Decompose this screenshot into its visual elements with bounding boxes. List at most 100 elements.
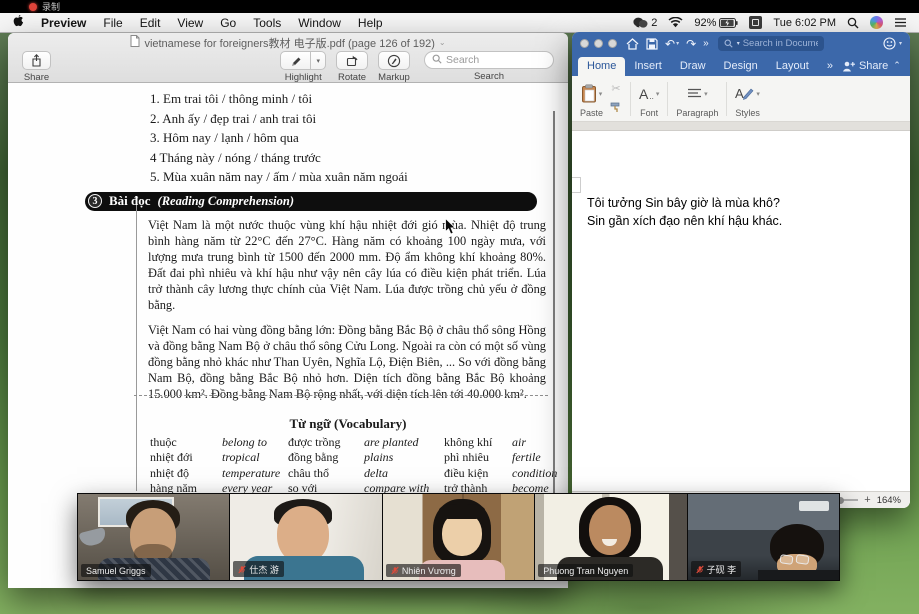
- collapse-ribbon-icon[interactable]: ⌃: [888, 60, 906, 76]
- close-button[interactable]: [580, 39, 589, 48]
- ribbon-tabs: Home Insert Draw Design Layout » Share ⌃: [572, 55, 910, 76]
- menu-edit[interactable]: Edit: [140, 16, 161, 30]
- page-margin-corner: [572, 177, 581, 193]
- spotlight-search-icon[interactable]: [847, 17, 859, 29]
- pdf-doc-icon: [130, 35, 140, 50]
- section-subtitle: (Reading Comprehension): [158, 194, 294, 209]
- chevron-down-icon: ▾: [599, 90, 603, 98]
- preview-search-input[interactable]: [446, 54, 546, 66]
- paste-label: Paste: [580, 108, 603, 119]
- participant-name: Phuong Tran Nguyen: [543, 566, 628, 576]
- reading-passage: Việt Nam là một nước thuộc vùng khí hậu …: [148, 217, 546, 402]
- paragraph-button[interactable]: ▾: [687, 79, 708, 108]
- notification-center-icon[interactable]: [894, 17, 907, 28]
- vocab-meaning: delta: [364, 466, 444, 482]
- tabs-overflow-icon[interactable]: »: [818, 57, 842, 76]
- rotate-label: Rotate: [338, 72, 366, 83]
- desktop: 录制 Preview File Edit View Go Tools Windo…: [0, 0, 919, 614]
- highlight-button[interactable]: [280, 51, 311, 70]
- share-label: Share: [24, 72, 49, 83]
- word-search-field[interactable]: ▾: [718, 36, 824, 51]
- air-conditioner: [799, 501, 829, 511]
- wifi-icon[interactable]: [668, 17, 683, 28]
- messages-status[interactable]: 2: [633, 17, 657, 29]
- preview-search-field[interactable]: [424, 51, 554, 69]
- zoom-in-button[interactable]: +: [864, 494, 870, 506]
- save-icon[interactable]: [646, 38, 658, 50]
- home-icon[interactable]: [626, 38, 639, 50]
- vocabulary-title: Từ ngữ (Vocabulary): [148, 416, 548, 432]
- vocab-term: đồng bằng: [288, 450, 364, 466]
- vocab-term: nhiệt đới: [150, 450, 222, 466]
- menu-bar-clock[interactable]: Tue 6:02 PM: [773, 17, 836, 29]
- tab-insert[interactable]: Insert: [625, 57, 671, 76]
- exercise-line: 1. Em trai tôi / thông minh / tôi: [150, 89, 548, 109]
- video-tile-shijie[interactable]: 仕杰 游: [230, 494, 381, 580]
- vocab-meaning: fertile: [512, 450, 557, 466]
- active-app-name[interactable]: Preview: [41, 16, 86, 30]
- chevron-down-icon: ▾: [899, 40, 902, 47]
- video-tile-samuel[interactable]: Samuel Griggs: [78, 494, 229, 580]
- cut-button[interactable]: ✂: [611, 82, 620, 95]
- share-button[interactable]: [22, 51, 51, 70]
- vocab-meaning: tropical: [222, 450, 288, 466]
- zoom-button[interactable]: [608, 39, 617, 48]
- participant-name: 子砚 李: [707, 563, 737, 576]
- font-button[interactable]: A..▾: [639, 79, 659, 108]
- menu-help[interactable]: Help: [358, 16, 383, 30]
- markup-label: Markup: [378, 72, 410, 83]
- minimize-button[interactable]: [594, 39, 603, 48]
- passage-paragraph-1: Việt Nam là một nước thuộc vùng khí hậu …: [148, 217, 546, 313]
- menu-window[interactable]: Window: [298, 16, 341, 30]
- participant-nametag: 子砚 李: [691, 561, 742, 577]
- title-chevron-down-icon[interactable]: ⌄: [439, 38, 446, 47]
- battery-percent: 92%: [694, 17, 716, 29]
- menu-view[interactable]: View: [177, 16, 203, 30]
- vocab-term: phì nhiêu: [444, 450, 512, 466]
- toolbar-overflow-icon[interactable]: »: [703, 39, 709, 49]
- tab-design[interactable]: Design: [715, 57, 767, 76]
- word-search-input[interactable]: [743, 38, 818, 49]
- menu-file[interactable]: File: [103, 16, 122, 30]
- feedback-smiley-button[interactable]: ▾: [883, 37, 902, 50]
- rotate-button[interactable]: [336, 51, 368, 70]
- word-document-area[interactable]: Tôi tưởng Sin bây giờ là mùa khô? Sin gầ…: [572, 131, 910, 491]
- participant-name: Samuel Griggs: [86, 566, 146, 576]
- menu-go[interactable]: Go: [220, 16, 236, 30]
- tab-draw[interactable]: Draw: [671, 57, 715, 76]
- passage-bottom-rule: [134, 395, 548, 396]
- highlight-menu-button[interactable]: ▾: [311, 51, 326, 70]
- video-tile-phuong-active-speaker[interactable]: Phuong Tran Nguyen: [535, 494, 686, 580]
- smiley-icon: [883, 37, 896, 50]
- exercise-line: 2. Anh ấy / đẹp trai / anh trai tôi: [150, 109, 548, 129]
- video-tile-ziyan[interactable]: 子砚 李: [688, 494, 839, 580]
- exercise-line: 3. Hôm nay / lạnh / hôm qua: [150, 128, 548, 148]
- chevron-down-icon: ▾: [676, 41, 679, 47]
- chevron-down-icon: ▾: [756, 90, 760, 98]
- markup-button[interactable]: [378, 51, 410, 70]
- menu-bar-left: Preview File Edit View Go Tools Window H…: [12, 14, 383, 31]
- menu-tools[interactable]: Tools: [253, 16, 281, 30]
- chevron-down-icon: ▾: [316, 57, 320, 65]
- paste-button[interactable]: ▾: [581, 79, 603, 108]
- siri-icon[interactable]: [870, 16, 883, 29]
- battery-status[interactable]: 92%: [694, 17, 738, 29]
- share-button[interactable]: Share: [842, 60, 888, 76]
- chevron-down-icon: ▾: [704, 90, 708, 98]
- search-icon: [432, 51, 442, 69]
- recording-label: 录制: [42, 0, 60, 13]
- format-painter-button[interactable]: [610, 102, 622, 116]
- vocab-meaning: temperature: [222, 466, 288, 482]
- input-method-icon[interactable]: [749, 16, 762, 29]
- vocab-meaning: air: [512, 435, 557, 451]
- exercise-line: 5. Mùa xuân năm nay / ấm / mùa xuân năm …: [150, 167, 548, 187]
- styles-button[interactable]: A ▾: [735, 79, 760, 108]
- video-tile-nhien[interactable]: Nhiên Vương: [383, 494, 534, 580]
- vocab-meaning: belong to: [222, 435, 288, 451]
- undo-button[interactable]: ↶▾: [665, 38, 679, 50]
- redo-button[interactable]: ↷: [686, 38, 696, 50]
- tab-home[interactable]: Home: [578, 57, 625, 76]
- tab-layout[interactable]: Layout: [767, 57, 818, 76]
- vocab-term: điều kiện: [444, 466, 512, 482]
- apple-icon[interactable]: [12, 14, 24, 31]
